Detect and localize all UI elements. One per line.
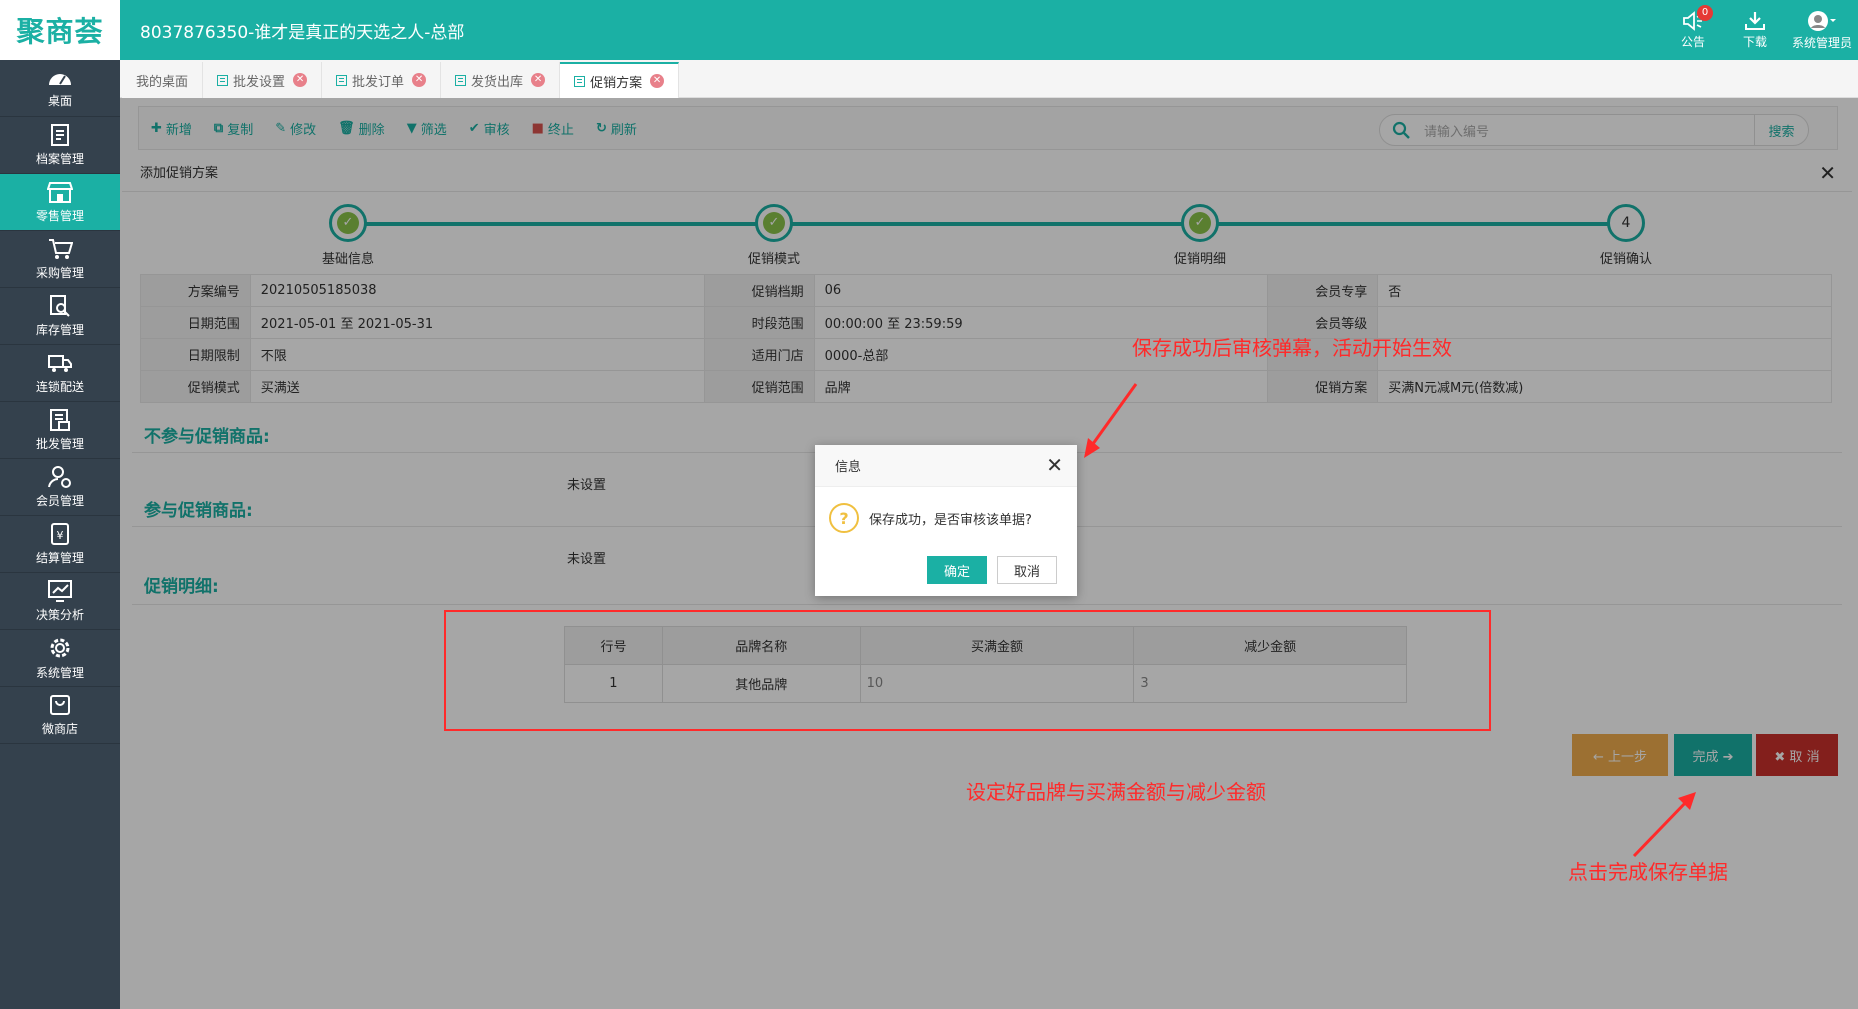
truck-icon — [48, 355, 72, 372]
sidebar-item-retail[interactable]: 零售管理 — [0, 174, 120, 231]
sidebar-label: 决策分析 — [35, 608, 84, 622]
sidebar-label: 采购管理 — [35, 266, 84, 280]
confirm-dialog: 信息 ✕ ? 保存成功，是否审核该单据? 确定 取消 — [815, 445, 1077, 596]
highlight-box — [444, 610, 1491, 731]
document-icon — [455, 74, 467, 86]
document-icon — [217, 74, 229, 86]
tab-label: 批发订单 — [352, 74, 405, 90]
sidebar-item-micro-shop[interactable]: 微商店 — [0, 687, 120, 744]
member-icon — [48, 466, 71, 488]
annotation-arrow-bottom — [1632, 792, 1696, 858]
sidebar-item-analysis[interactable]: 决策分析 — [0, 573, 120, 630]
question-icon: ? — [829, 503, 859, 533]
dialog-header: 信息 ✕ — [815, 445, 1077, 487]
sidebar-label: 会员管理 — [35, 494, 84, 508]
tab-shipping-out[interactable]: 发货出库 ✕ — [441, 62, 561, 98]
logo: 聚商荟 — [0, 0, 120, 60]
annotation-bottom: 点击完成保存单据 — [1568, 860, 1728, 884]
window-title: 8037876350-谁才是真正的天选之人-总部 — [140, 23, 465, 43]
announcement-label: 公告 — [1680, 34, 1705, 49]
sidebar-item-chain-delivery[interactable]: 连锁配送 — [0, 345, 120, 402]
close-tab-icon[interactable]: ✕ — [650, 74, 665, 88]
dialog-title: 信息 — [835, 460, 862, 475]
download-icon — [1745, 11, 1765, 30]
cart-icon — [49, 239, 73, 259]
svg-text:¥: ¥ — [57, 529, 64, 542]
sidebar-item-archive[interactable]: 档案管理 — [0, 117, 120, 174]
sidebar-label: 微商店 — [41, 722, 78, 736]
dialog-message: 保存成功，是否审核该单据? — [869, 512, 1032, 528]
tab-label: 批发设置 — [233, 74, 286, 90]
sidebar-label: 系统管理 — [35, 666, 84, 680]
tab-wholesale-settings[interactable]: 批发设置 ✕ — [203, 62, 323, 98]
sidebar-label: 批发管理 — [35, 437, 84, 451]
sidebar-label: 库存管理 — [35, 323, 84, 337]
sidebar-item-wholesale[interactable]: 批发管理 — [0, 402, 120, 459]
shop-bag-icon — [50, 695, 70, 715]
sidebar-label: 连锁配送 — [35, 380, 84, 394]
annotation-arrow-top — [1084, 383, 1138, 458]
wholesale-icon — [50, 409, 70, 431]
notification-badge: 0 — [1697, 5, 1713, 21]
tab-promotion-plan[interactable]: 促销方案 ✕ — [560, 62, 680, 98]
tab-my-desktop[interactable]: 我的桌面 — [122, 62, 204, 98]
user-menu[interactable]: 系统管理员 — [1786, 0, 1858, 60]
settlement-icon: ¥ — [51, 523, 69, 545]
top-bar: 聚商荟 8037876350-谁才是真正的天选之人-总部 0 公告 下载 系统管… — [0, 0, 1858, 60]
store-icon — [47, 182, 73, 203]
archive-icon — [51, 124, 69, 146]
tab-label: 发货出库 — [471, 74, 524, 90]
document-icon — [336, 74, 348, 86]
annotation-top: 保存成功后审核弹幕，活动开始生效 — [1132, 336, 1452, 360]
sidebar-item-inventory[interactable]: 库存管理 — [0, 288, 120, 345]
tab-wholesale-orders[interactable]: 批发订单 ✕ — [322, 62, 442, 98]
close-tab-icon[interactable]: ✕ — [293, 73, 308, 87]
document-icon — [574, 75, 586, 87]
sidebar-label: 桌面 — [47, 94, 72, 108]
annotation-middle: 设定好品牌与买满金额与减少金额 — [966, 780, 1266, 804]
chart-icon — [48, 580, 72, 602]
sidebar-item-purchase[interactable]: 采购管理 — [0, 231, 120, 288]
sidebar-label: 零售管理 — [35, 209, 84, 223]
close-tab-icon[interactable]: ✕ — [531, 73, 546, 87]
avatar-icon — [1808, 10, 1836, 31]
sidebar-label: 结算管理 — [35, 551, 84, 565]
sidebar-item-dashboard[interactable]: 桌面 — [0, 60, 120, 117]
download-button[interactable]: 下载 — [1724, 0, 1786, 60]
dialog-body: ? 保存成功，是否审核该单据? — [815, 487, 1077, 549]
sidebar-item-member[interactable]: 会员管理 — [0, 459, 120, 516]
gear-icon — [50, 638, 70, 658]
dialog-cancel-button[interactable]: 取消 — [997, 556, 1057, 584]
close-icon[interactable]: ✕ — [1046, 453, 1063, 477]
sidebar-label: 档案管理 — [35, 152, 84, 166]
announcement-button[interactable]: 0 公告 — [1662, 0, 1724, 60]
dashboard-icon — [49, 74, 71, 85]
sidebar-item-system[interactable]: 系统管理 — [0, 630, 120, 687]
logo-text: 聚商荟 — [16, 15, 104, 48]
confirm-button[interactable]: 确定 — [927, 556, 987, 584]
download-label: 下载 — [1742, 34, 1767, 49]
sidebar-item-settlement[interactable]: ¥ 结算管理 — [0, 516, 120, 573]
close-tab-icon[interactable]: ✕ — [412, 73, 427, 87]
inventory-icon — [50, 295, 70, 317]
sidebar: 桌面 档案管理 零售管理 采购管理 库存管理 连锁配送 批发管理 会员管理 ¥ … — [0, 60, 120, 1009]
user-label: 系统管理员 — [1791, 35, 1852, 50]
tab-label: 促销方案 — [590, 75, 643, 91]
tab-bar: 我的桌面 批发设置 ✕ 批发订单 ✕ 发货出库 ✕ 促销方案 ✕ — [120, 60, 1858, 98]
tab-label: 我的桌面 — [136, 74, 189, 90]
